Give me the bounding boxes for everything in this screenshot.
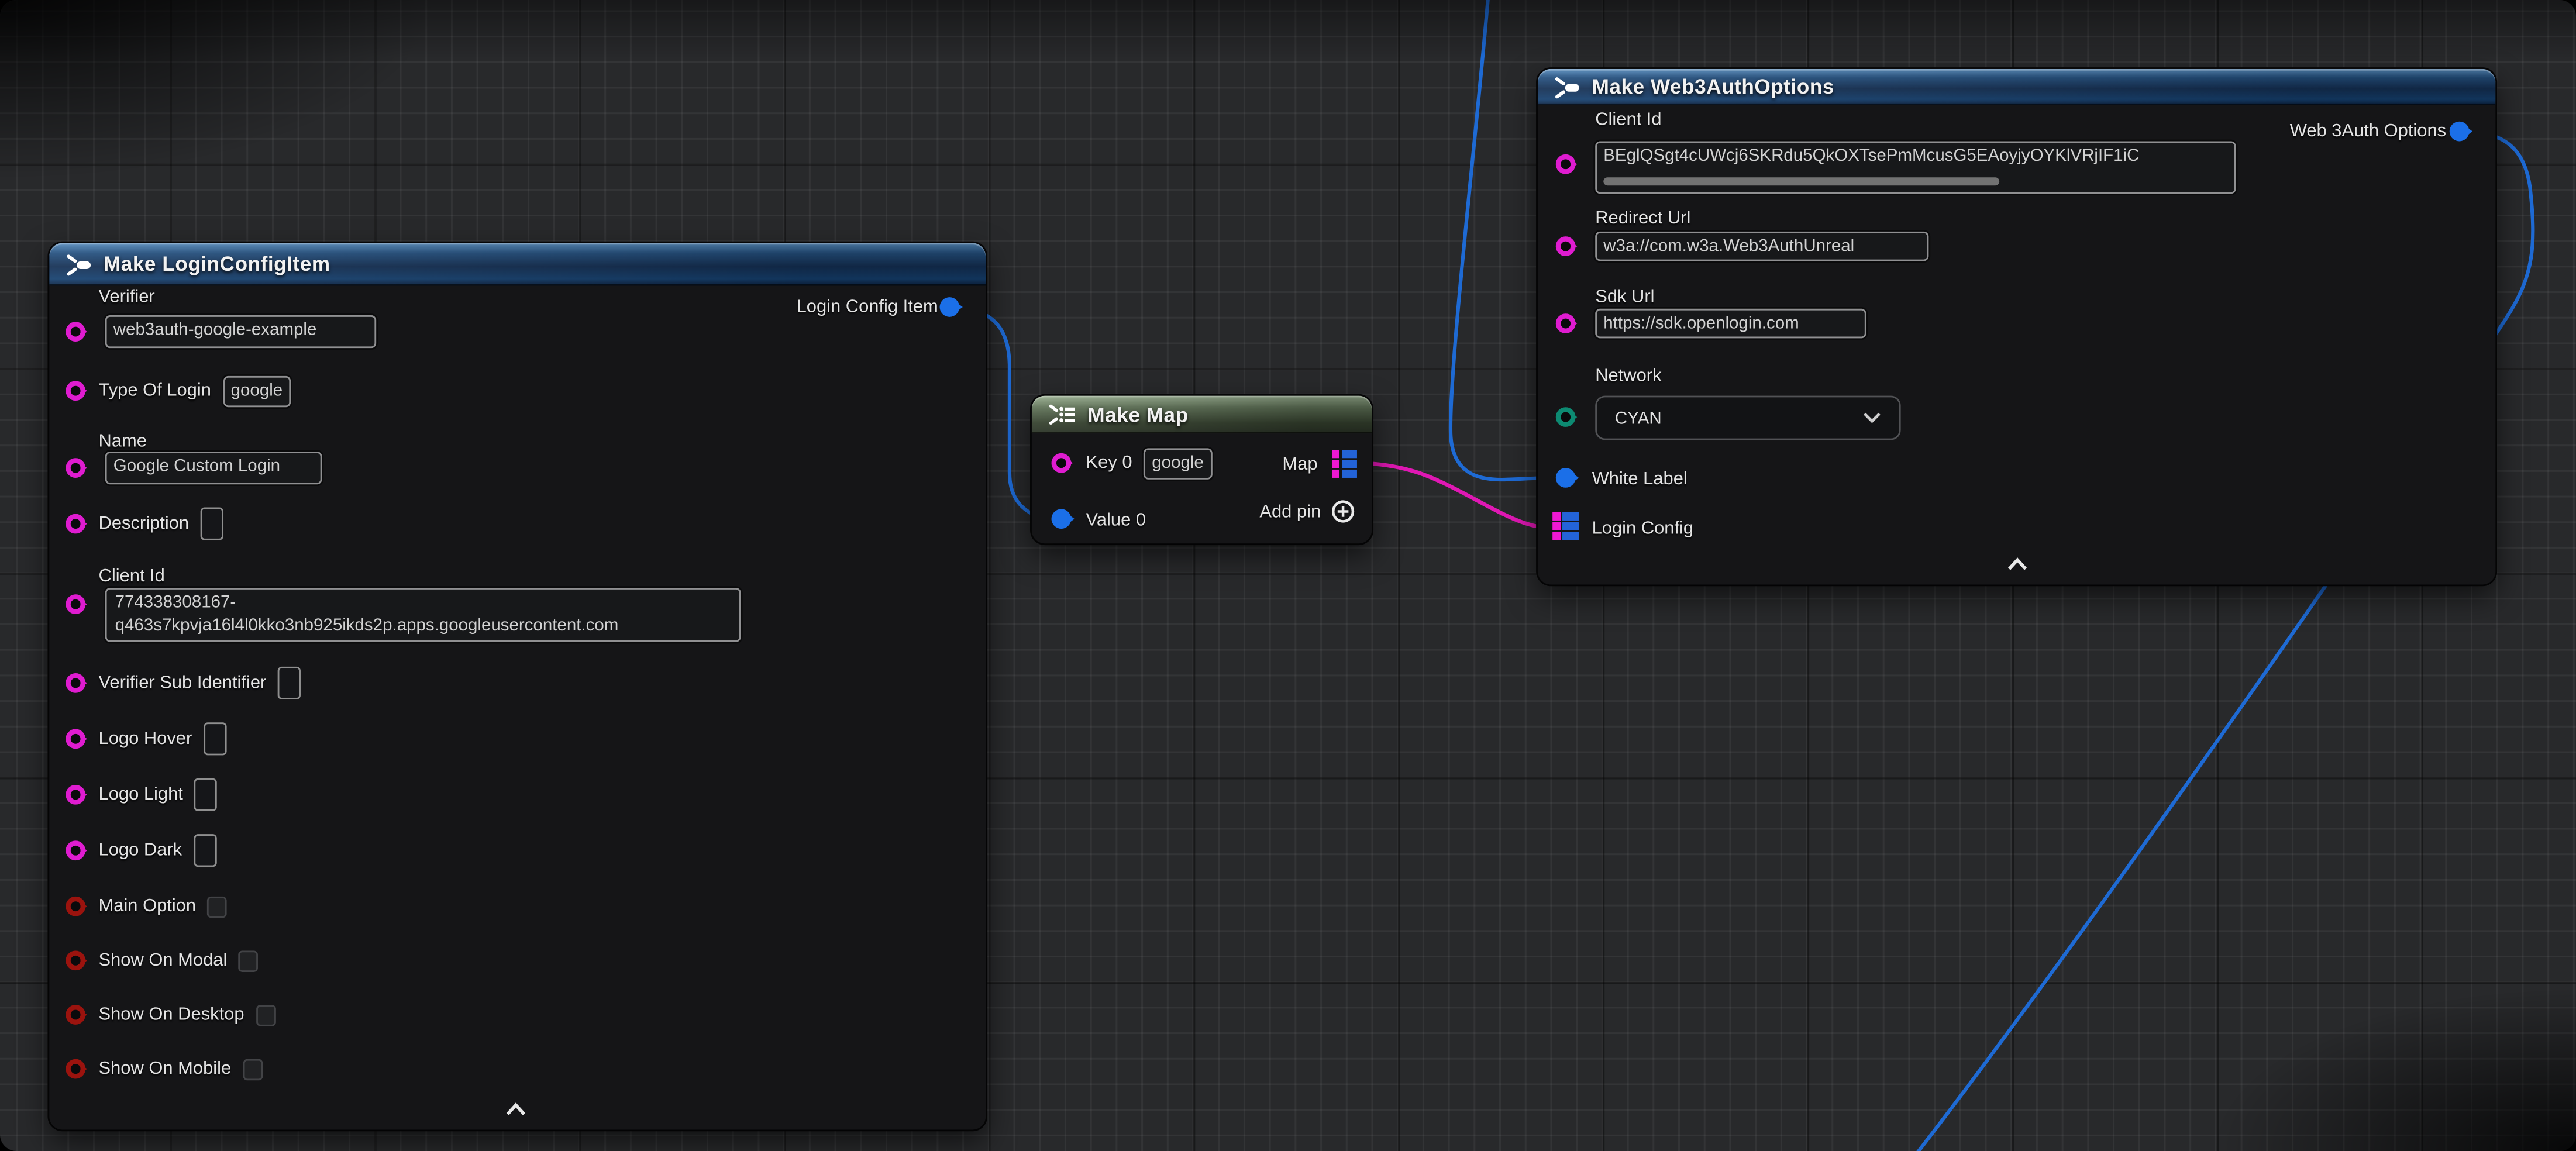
verifier-sub-identifier-input[interactable] [278, 667, 301, 699]
map-output-pin[interactable] [1331, 450, 1357, 477]
type-of-login-value: google [231, 381, 283, 401]
show-on-modal-pin[interactable] [66, 950, 85, 970]
make-struct-icon [64, 252, 94, 277]
client-id-scrollbar[interactable] [1603, 177, 1999, 185]
client-id-pin[interactable] [1556, 154, 1576, 174]
show-on-modal-checkbox[interactable] [239, 950, 259, 971]
node-header[interactable]: Make Map [1032, 396, 1372, 434]
verifier-pin[interactable] [66, 322, 85, 342]
node-title: Make Map [1087, 403, 1188, 426]
white-label-pin[interactable] [1556, 468, 1576, 488]
verifier-sub-identifier-pin[interactable] [66, 673, 85, 693]
logo-light-label: Logo Light [99, 785, 183, 805]
make-map-icon [1046, 402, 1077, 427]
sdk-url-value: https://sdk.openlogin.com [1597, 311, 1865, 337]
collapse-node-button[interactable] [2006, 557, 2029, 571]
web3auth-options-out-pin[interactable] [2450, 122, 2470, 142]
add-pin-label: Add pin [1259, 502, 1321, 522]
show-on-modal-label: Show On Modal [99, 950, 228, 970]
client-id-input[interactable]: BEglQSgt4cUWcj6SKRdu5QkOXTsePmMcusG5EAoy… [1595, 141, 2236, 194]
type-of-login-label: Type Of Login [99, 381, 211, 401]
main-option-checkbox[interactable] [208, 895, 228, 916]
add-pin-button[interactable]: Add pin [1259, 499, 1355, 523]
logo-dark-input[interactable] [194, 834, 216, 867]
logo-hover-input[interactable] [204, 722, 226, 755]
sdk-url-label: Sdk Url [1595, 287, 1654, 307]
redirect-url-label: Redirect Url [1595, 209, 1690, 229]
show-on-desktop-checkbox[interactable] [256, 1004, 275, 1025]
logo-light-pin[interactable] [66, 785, 85, 805]
name-value: Google Custom Login [107, 453, 321, 480]
verifier-label: Verifier [99, 287, 155, 307]
verifier-input[interactable]: web3auth-google-example [105, 315, 376, 348]
redirect-url-pin[interactable] [1556, 236, 1576, 256]
output-label: Web 3Auth Options [2290, 122, 2446, 142]
description-pin[interactable] [66, 514, 85, 534]
key-0-value: google [1152, 453, 1204, 473]
redirect-url-value: w3a://com.w3a.Web3AuthUnreal [1597, 233, 1927, 260]
node-header[interactable]: Make Web3AuthOptions [1538, 69, 2495, 105]
description-input[interactable] [201, 507, 223, 540]
verifier-sub-identifier-label: Verifier Sub Identifier [99, 673, 267, 693]
main-option-label: Main Option [99, 897, 197, 916]
network-label: Network [1595, 366, 1661, 386]
value-0-label: Value 0 [1086, 511, 1146, 530]
login-config-label: Login Config [1592, 519, 1694, 539]
client-id-value: 774338308167-q463s7kpvja16l4l0kko3nb925i… [107, 590, 739, 642]
output-label: Login Config Item [797, 297, 938, 317]
show-on-mobile-pin[interactable] [66, 1059, 85, 1079]
name-pin[interactable] [66, 458, 85, 478]
show-on-mobile-checkbox[interactable] [243, 1058, 263, 1079]
network-pin[interactable] [1556, 407, 1576, 427]
chevron-down-icon [1863, 412, 1881, 424]
type-of-login-pin[interactable] [66, 381, 85, 401]
logo-hover-pin[interactable] [66, 729, 85, 749]
client-id-label: Client Id [99, 567, 165, 587]
show-on-desktop-pin[interactable] [66, 1005, 85, 1025]
white-label-label: White Label [1592, 470, 1688, 490]
node-make-login-config-item[interactable]: Make LoginConfigItem Login Config Item V… [49, 243, 986, 1129]
logo-hover-label: Logo Hover [99, 729, 192, 749]
make-struct-icon [1552, 75, 1582, 99]
type-of-login-input[interactable]: google [223, 375, 291, 406]
key-0-label: Key 0 [1086, 453, 1132, 473]
show-on-mobile-label: Show On Mobile [99, 1059, 232, 1079]
login-config-pin[interactable] [1552, 512, 1578, 539]
login-config-item-out-pin[interactable] [940, 297, 960, 317]
network-selected-value: CYAN [1615, 408, 1662, 428]
logo-dark-label: Logo Dark [99, 840, 182, 860]
logo-dark-pin[interactable] [66, 840, 85, 860]
name-label: Name [99, 432, 147, 452]
description-label: Description [99, 514, 190, 534]
value-0-pin[interactable] [1052, 509, 1072, 529]
node-title: Make LoginConfigItem [104, 253, 330, 275]
redirect-url-input[interactable]: w3a://com.w3a.Web3AuthUnreal [1595, 232, 1928, 261]
sdk-url-input[interactable]: https://sdk.openlogin.com [1595, 309, 1866, 339]
client-id-label: Client Id [1595, 110, 1661, 130]
node-make-web3auth-options[interactable]: Make Web3AuthOptions Web 3Auth Options C… [1538, 69, 2495, 585]
show-on-desktop-label: Show On Desktop [99, 1005, 244, 1025]
logo-light-input[interactable] [195, 778, 218, 811]
node-make-map[interactable]: Make Map Key 0 google Value 0 Map Add pi… [1032, 396, 1372, 544]
node-header[interactable]: Make LoginConfigItem [49, 243, 986, 285]
collapse-node-button[interactable] [504, 1102, 527, 1116]
sdk-url-pin[interactable] [1556, 313, 1576, 333]
client-id-input[interactable]: 774338308167-q463s7kpvja16l4l0kko3nb925i… [105, 588, 741, 642]
network-dropdown[interactable]: CYAN [1595, 396, 1900, 440]
blueprint-editor: Make LoginConfigItem Login Config Item V… [0, 0, 2576, 1151]
key-0-input[interactable]: google [1144, 447, 1212, 478]
map-output-label: Map [1282, 455, 1317, 475]
circle-plus-icon [1331, 499, 1355, 523]
main-option-pin[interactable] [66, 897, 85, 916]
verifier-value: web3auth-google-example [107, 317, 375, 343]
node-title: Make Web3AuthOptions [1592, 75, 1834, 98]
client-id-pin[interactable] [66, 594, 85, 614]
client-id-value: BEglQSgt4cUWcj6SKRdu5QkOXTsePmMcusG5EAoy… [1597, 143, 2234, 169]
key-0-pin[interactable] [1052, 453, 1072, 473]
name-input[interactable]: Google Custom Login [105, 452, 322, 484]
